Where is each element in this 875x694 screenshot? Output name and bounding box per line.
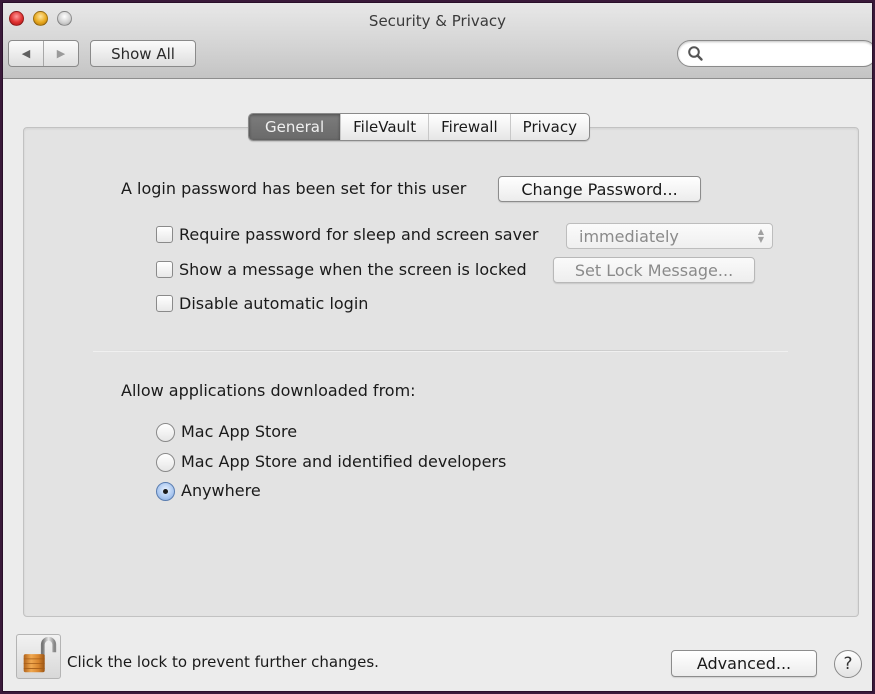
change-password-button[interactable]: Change Password... bbox=[498, 176, 701, 202]
radio-label-mac-app-store: Mac App Store bbox=[181, 422, 298, 441]
allow-apps-heading: Allow applications downloaded from: bbox=[121, 381, 416, 400]
show-all-button[interactable]: Show All bbox=[90, 40, 196, 67]
tab-bar: General FileVault Firewall Privacy bbox=[248, 113, 590, 141]
require-password-label: Require password for sleep and screen sa… bbox=[179, 225, 539, 244]
show-message-checkbox[interactable] bbox=[156, 261, 173, 278]
back-arrow-icon: ◀ bbox=[21, 47, 31, 60]
login-password-status: A login password has been set for this u… bbox=[121, 179, 467, 198]
popup-arrows-icon: ▲ ▼ bbox=[757, 227, 764, 244]
advanced-button[interactable]: Advanced... bbox=[671, 650, 817, 677]
radio-mac-app-store[interactable] bbox=[156, 423, 175, 442]
tab-filevault[interactable]: FileVault bbox=[340, 114, 428, 140]
general-tab-panel bbox=[23, 127, 859, 617]
radio-label-anywhere: Anywhere bbox=[181, 481, 261, 500]
require-password-checkbox[interactable] bbox=[156, 226, 173, 243]
search-icon bbox=[688, 46, 703, 61]
radio-label-mac-app-store-identified: Mac App Store and identified developers bbox=[181, 452, 507, 471]
window-title: Security & Privacy bbox=[368, 12, 507, 30]
window-toolbar: Security & Privacy ◀ ▶ Show All bbox=[3, 3, 872, 79]
lock-button[interactable] bbox=[16, 634, 61, 679]
unlocked-padlock-icon bbox=[23, 636, 57, 673]
section-divider bbox=[93, 350, 788, 352]
security-privacy-window: Security & Privacy ◀ ▶ Show All General … bbox=[2, 2, 873, 692]
help-button[interactable]: ? bbox=[834, 650, 862, 678]
disable-auto-login-label: Disable automatic login bbox=[179, 294, 369, 313]
radio-anywhere[interactable] bbox=[156, 482, 175, 501]
help-icon: ? bbox=[843, 654, 853, 674]
tab-general[interactable]: General bbox=[249, 114, 341, 140]
radio-mac-app-store-identified[interactable] bbox=[156, 453, 175, 472]
tab-privacy[interactable]: Privacy bbox=[509, 114, 589, 140]
forward-button[interactable]: ▶ bbox=[43, 41, 78, 66]
disable-auto-login-checkbox[interactable] bbox=[156, 295, 173, 312]
back-forward-control: ◀ ▶ bbox=[8, 40, 79, 67]
forward-arrow-icon: ▶ bbox=[56, 47, 66, 60]
delay-value: immediately bbox=[579, 226, 679, 246]
require-password-delay-select[interactable]: immediately ▲ ▼ bbox=[566, 223, 773, 249]
lock-status-text: Click the lock to prevent further change… bbox=[67, 653, 379, 671]
tab-firewall[interactable]: Firewall bbox=[428, 114, 510, 140]
show-message-label: Show a message when the screen is locked bbox=[179, 260, 527, 279]
search-field[interactable] bbox=[677, 40, 872, 67]
set-lock-message-button[interactable]: Set Lock Message... bbox=[553, 257, 755, 283]
back-button[interactable]: ◀ bbox=[9, 41, 43, 66]
